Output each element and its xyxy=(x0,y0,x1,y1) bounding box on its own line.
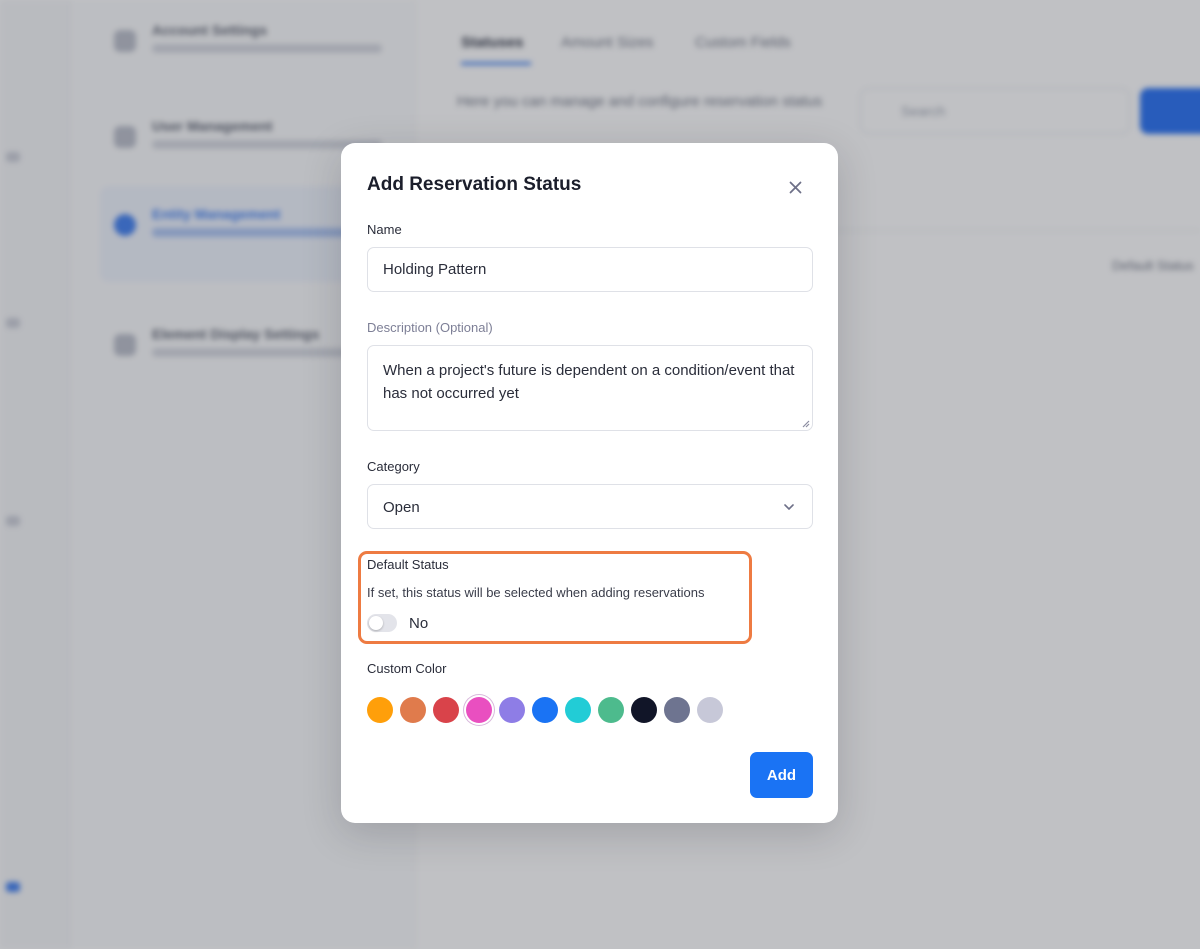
color-swatch[interactable] xyxy=(433,697,459,723)
category-selected-value: Open xyxy=(383,499,420,516)
color-swatch[interactable] xyxy=(697,697,723,723)
description-textarea[interactable]: When a project's future is dependent on … xyxy=(367,345,813,431)
color-swatch[interactable] xyxy=(631,697,657,723)
color-swatch[interactable] xyxy=(664,697,690,723)
color-swatch[interactable] xyxy=(400,697,426,723)
default-status-help: If set, this status will be selected whe… xyxy=(367,585,705,600)
description-label: Description (Optional) xyxy=(367,320,493,335)
toggle-state-text: No xyxy=(409,615,429,632)
color-swatch[interactable] xyxy=(499,697,525,723)
chevron-down-icon xyxy=(784,504,794,510)
name-input[interactable] xyxy=(367,247,813,292)
category-label: Category xyxy=(367,459,420,474)
close-button[interactable] xyxy=(782,174,808,200)
resize-grip-icon[interactable] xyxy=(800,418,810,428)
color-swatch[interactable] xyxy=(565,697,591,723)
category-select[interactable]: Open xyxy=(367,484,813,529)
description-text: When a project's future is dependent on … xyxy=(383,362,795,402)
color-swatch[interactable] xyxy=(466,697,492,723)
default-status-toggle[interactable] xyxy=(367,614,397,632)
toggle-knob xyxy=(369,616,383,630)
color-swatch[interactable] xyxy=(598,697,624,723)
add-button[interactable]: Add xyxy=(750,752,813,798)
custom-color-label: Custom Color xyxy=(367,661,447,676)
close-icon xyxy=(789,181,801,193)
color-swatch[interactable] xyxy=(532,697,558,723)
default-status-label: Default Status xyxy=(367,557,449,572)
dialog-title: Add Reservation Status xyxy=(367,174,582,195)
add-reservation-status-dialog: Add Reservation Status Name Description … xyxy=(341,143,838,823)
color-swatch[interactable] xyxy=(367,697,393,723)
name-label: Name xyxy=(367,222,402,237)
